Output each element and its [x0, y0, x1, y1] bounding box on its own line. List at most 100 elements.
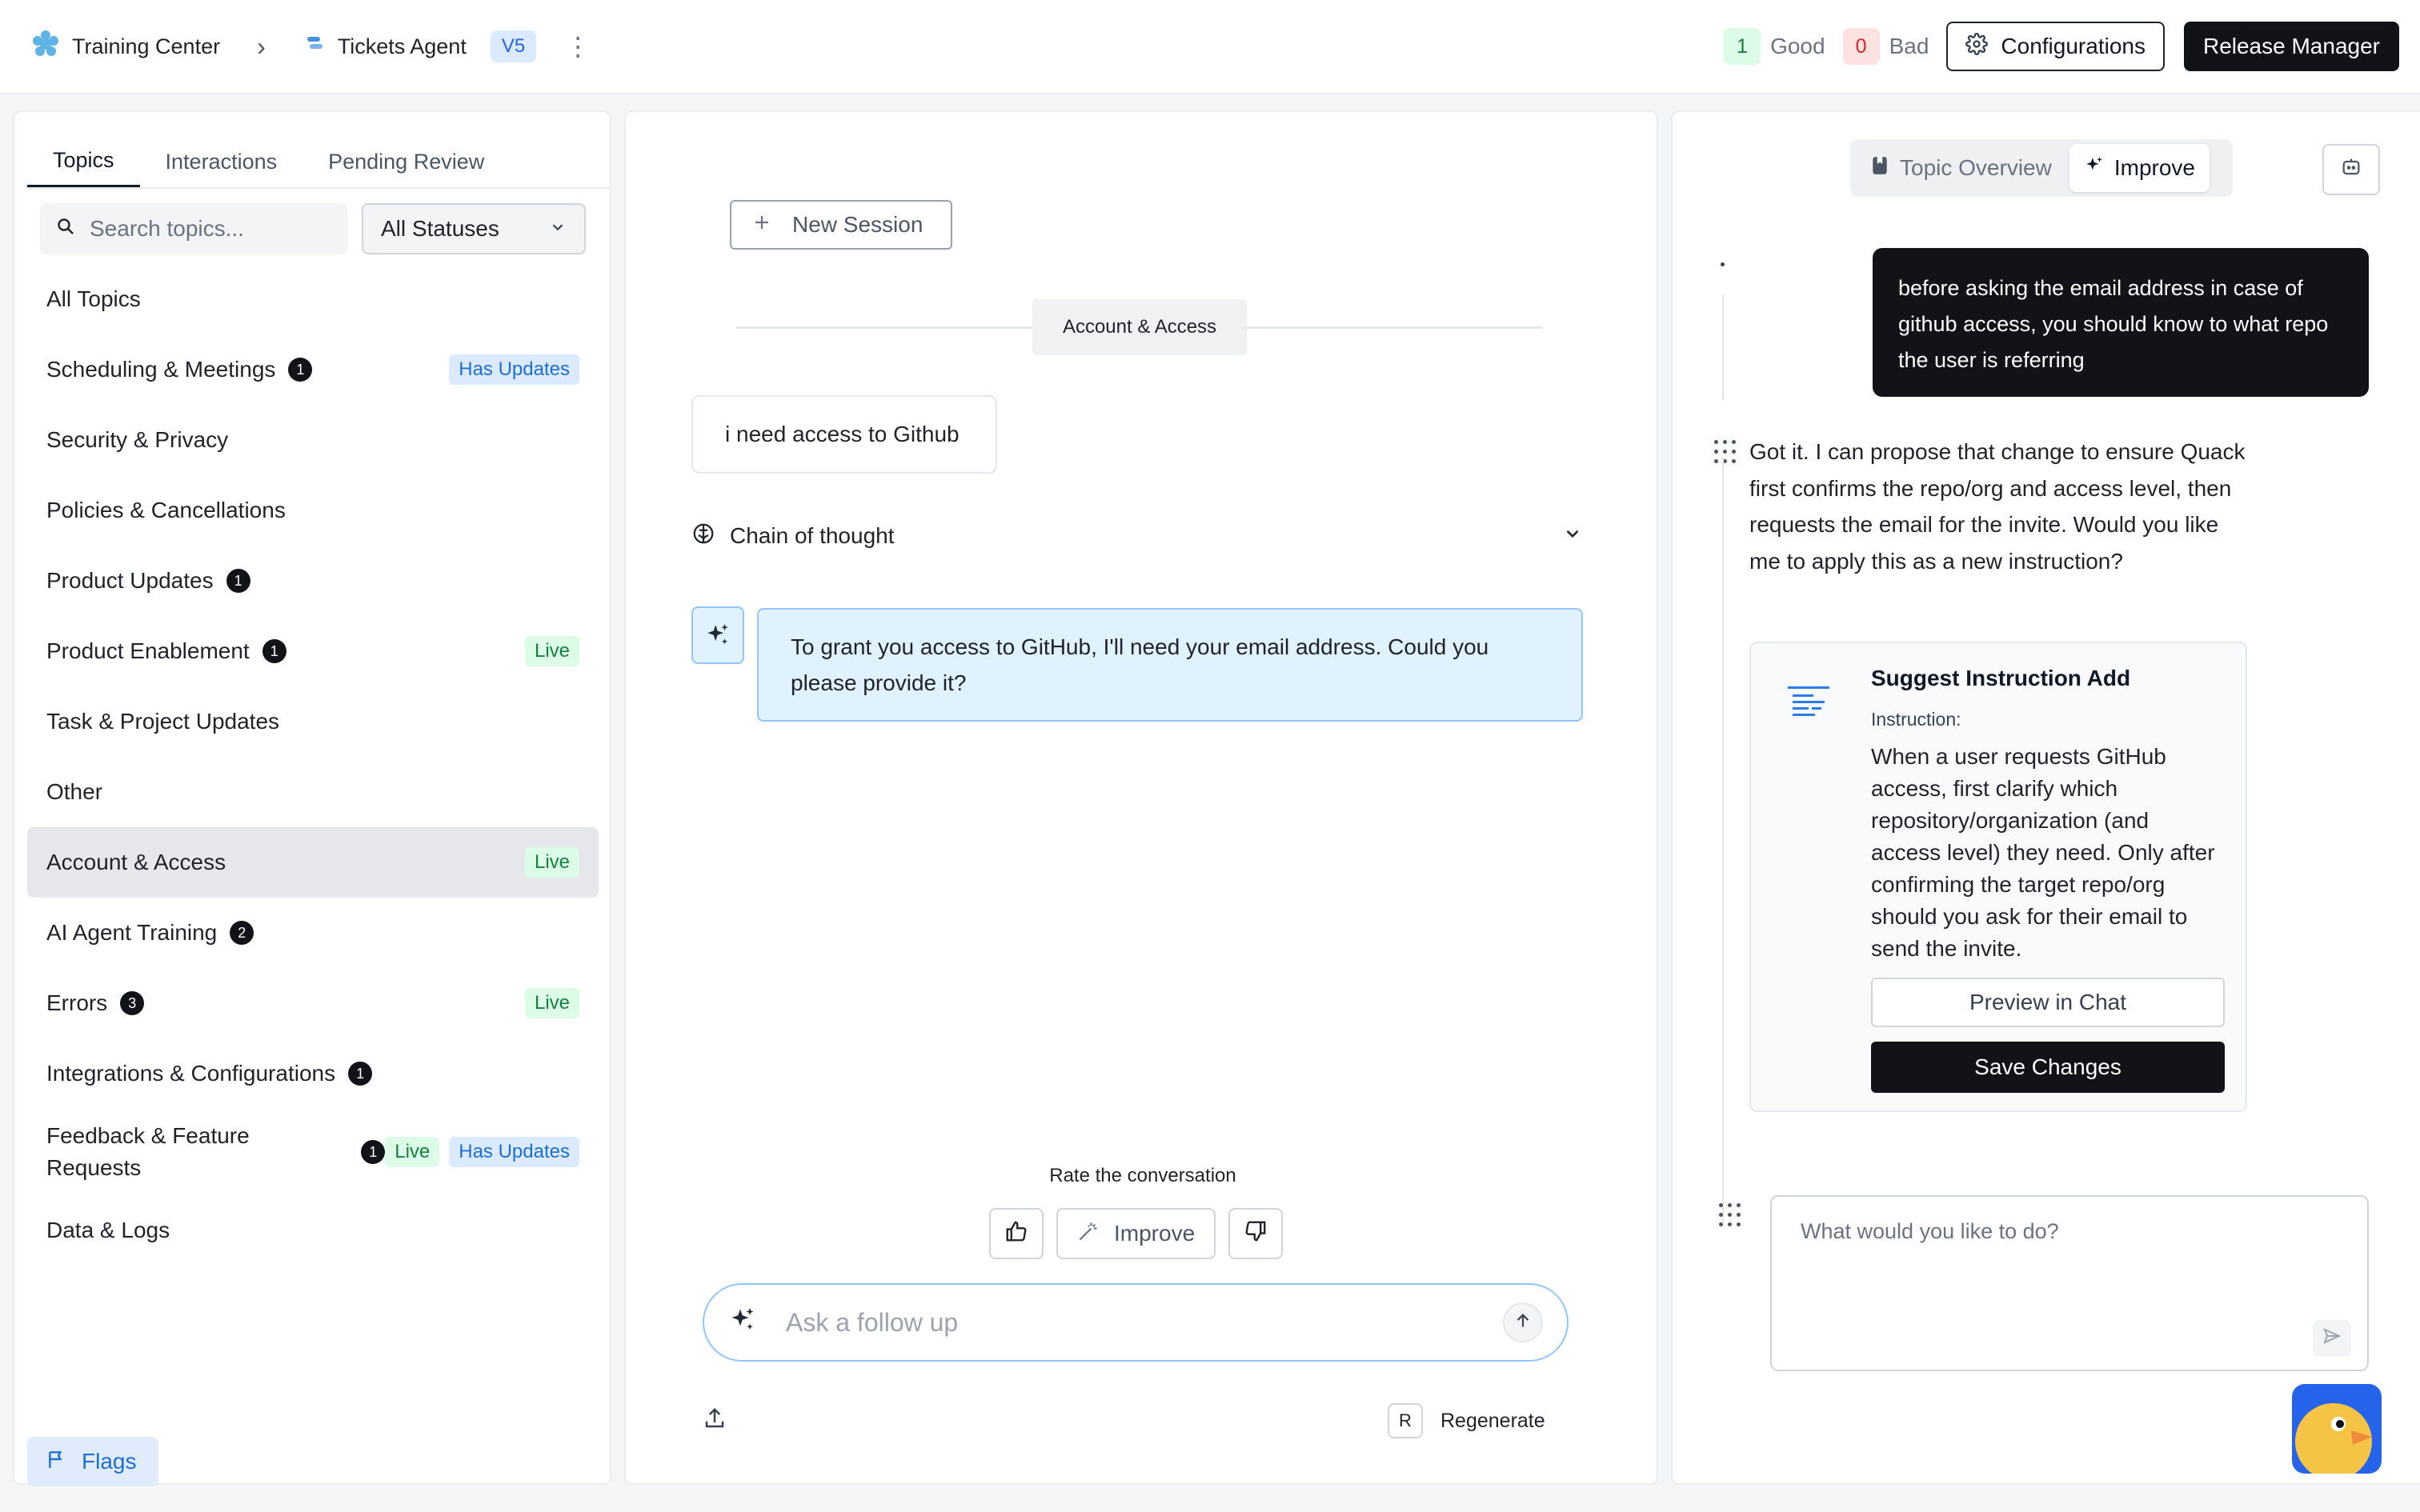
new-session-button[interactable]: New Session [730, 200, 952, 250]
agent-icon [302, 32, 327, 62]
topic-item[interactable]: Errors 3 Live [27, 968, 599, 1038]
topic-item[interactable]: All Topics [27, 264, 599, 334]
thread-line [1722, 458, 1724, 1222]
chat-panel: New Session Account & Access i need acce… [624, 110, 1658, 1485]
status-filter-select[interactable]: All Statuses [362, 203, 586, 254]
chain-of-thought-toggle[interactable]: Chain of thought [691, 512, 1583, 560]
regenerate-shortcut-key: R [1388, 1403, 1423, 1438]
topic-item[interactable]: Account & Access Live [27, 827, 599, 898]
suggestion-title: Suggest Instruction Add [1871, 666, 2131, 690]
instruction-text: When a user requests GitHub access, firs… [1871, 744, 2215, 961]
breadcrumb-training-center[interactable]: Training Center [72, 34, 220, 59]
topic-name: Data & Logs [46, 1218, 170, 1242]
topic-count-badge: 2 [230, 921, 254, 945]
instruction-label: Instruction: [1871, 709, 1961, 730]
chevron-down-icon [549, 216, 567, 242]
tab-topic-overview[interactable]: Topic Overview [1855, 144, 2066, 192]
improve-input[interactable] [1801, 1219, 2338, 1315]
topic-count-badge: 1 [262, 639, 286, 663]
topic-badges: Live [524, 847, 579, 878]
rate-conversation-label: Rate the conversation [1049, 1165, 1236, 1186]
release-manager-button[interactable]: Release Manager [2183, 22, 2399, 71]
version-badge[interactable]: V5 [490, 30, 537, 62]
topic-search[interactable] [40, 203, 347, 254]
send-button[interactable] [1503, 1302, 1543, 1342]
topic-name: Other [46, 779, 103, 804]
save-changes-button[interactable]: Save Changes [1871, 1042, 2225, 1093]
drag-handle-icon[interactable] [1714, 440, 1738, 464]
new-session-label: New Session [792, 212, 924, 237]
regenerate-button[interactable]: R Regenerate [1388, 1403, 1545, 1438]
regenerate-label: Regenerate [1440, 1409, 1545, 1432]
more-vertical-icon[interactable]: ⋮ [565, 31, 591, 62]
topic-name: Integrations & Configurations [46, 1061, 336, 1086]
instruction-text-icon [1788, 685, 1829, 729]
gear-icon [1965, 32, 1989, 61]
topic-item[interactable]: Security & Privacy [27, 405, 599, 475]
topic-item[interactable]: Task & Project Updates [27, 686, 599, 757]
follow-up-input-bar[interactable] [703, 1283, 1569, 1362]
topic-count-badge: 1 [226, 569, 250, 593]
preview-in-chat-button[interactable]: Preview in Chat [1871, 978, 2225, 1027]
improve-tab-label: Improve [2113, 155, 2195, 180]
improve-label: Improve [1114, 1221, 1196, 1246]
topic-name: Feedback & Feature Requests [46, 1123, 250, 1180]
good-count-badge: 1 [1724, 28, 1761, 65]
has-updates-badge: Has Updates [449, 1137, 579, 1167]
topic-item[interactable]: Scheduling & Meetings 1 Has Updates [27, 334, 599, 405]
thumbs-up-button[interactable] [989, 1208, 1044, 1259]
status-filter-value: All Statuses [381, 216, 499, 241]
tab-pending-review[interactable]: Pending Review [302, 136, 510, 187]
live-badge: Live [385, 1137, 440, 1167]
user-message: i need access to Github [691, 395, 997, 474]
flag-icon [46, 1449, 67, 1475]
send-button[interactable] [2313, 1320, 2351, 1357]
topic-badges: Live [524, 636, 579, 666]
thumbs-down-button[interactable] [1228, 1208, 1284, 1259]
topic-item[interactable]: Product Enablement 1 Live [27, 616, 599, 686]
improve-input-box[interactable] [1770, 1195, 2369, 1371]
thread-line [1722, 294, 1724, 400]
topic-item[interactable]: Product Updates 1 [27, 546, 599, 616]
agent-message: To grant you access to GitHub, I'll need… [757, 608, 1583, 722]
configurations-button[interactable]: Configurations [1946, 22, 2165, 71]
chain-of-thought-label: Chain of thought [730, 523, 895, 548]
send-icon [2322, 1326, 2342, 1351]
live-badge: Live [524, 847, 579, 878]
brain-icon [691, 522, 715, 551]
topic-item[interactable]: AI Agent Training 2 [27, 898, 599, 968]
tab-topics[interactable]: Topics [27, 136, 140, 187]
bookmark-icon [1869, 154, 1890, 182]
sparkles-avatar-icon [691, 606, 744, 664]
topics-panel: Topics Interactions Pending Review All S… [13, 110, 611, 1486]
bad-label: Bad [1889, 34, 1929, 58]
magic-wand-icon [1077, 1220, 1100, 1248]
sparkles-icon [2084, 155, 2105, 182]
topic-name: Security & Privacy [46, 427, 229, 452]
plus-icon [752, 212, 771, 238]
thumbs-down-icon [1244, 1219, 1268, 1249]
tab-interactions[interactable]: Interactions [140, 136, 303, 187]
drag-handle-icon[interactable] [1719, 1203, 1743, 1227]
topic-item[interactable]: Policies & Cancellations [27, 475, 599, 546]
breadcrumb-agent[interactable]: Tickets Agent [338, 34, 467, 59]
new-chat-button[interactable] [2322, 144, 2380, 195]
duck-assistant-launcher[interactable] [2292, 1384, 2382, 1474]
tab-improve[interactable]: Improve [2069, 144, 2210, 192]
topic-name: Scheduling & Meetings [46, 357, 276, 382]
topic-item[interactable]: Feedback & Feature Requests 1 Live Has Upda… [27, 1109, 599, 1195]
improve-button[interactable]: Improve [1056, 1208, 1216, 1259]
sparkles-icon [728, 1306, 757, 1340]
topic-badges: 1 Live Has Updates [361, 1137, 579, 1167]
rating-controls: Improve [989, 1208, 1284, 1259]
topic-item[interactable]: Data & Logs [27, 1195, 599, 1266]
topic-name: All Topics [46, 286, 141, 311]
search-icon [56, 216, 75, 242]
topic-name: Task & Project Updates [46, 709, 280, 734]
share-button[interactable] [703, 1406, 727, 1436]
topic-item[interactable]: Integrations & Configurations 1 [27, 1038, 599, 1109]
flags-button[interactable]: Flags [27, 1437, 158, 1486]
follow-up-input[interactable] [786, 1307, 1474, 1338]
topic-item[interactable]: Other [27, 757, 599, 827]
search-input[interactable] [90, 216, 330, 242]
